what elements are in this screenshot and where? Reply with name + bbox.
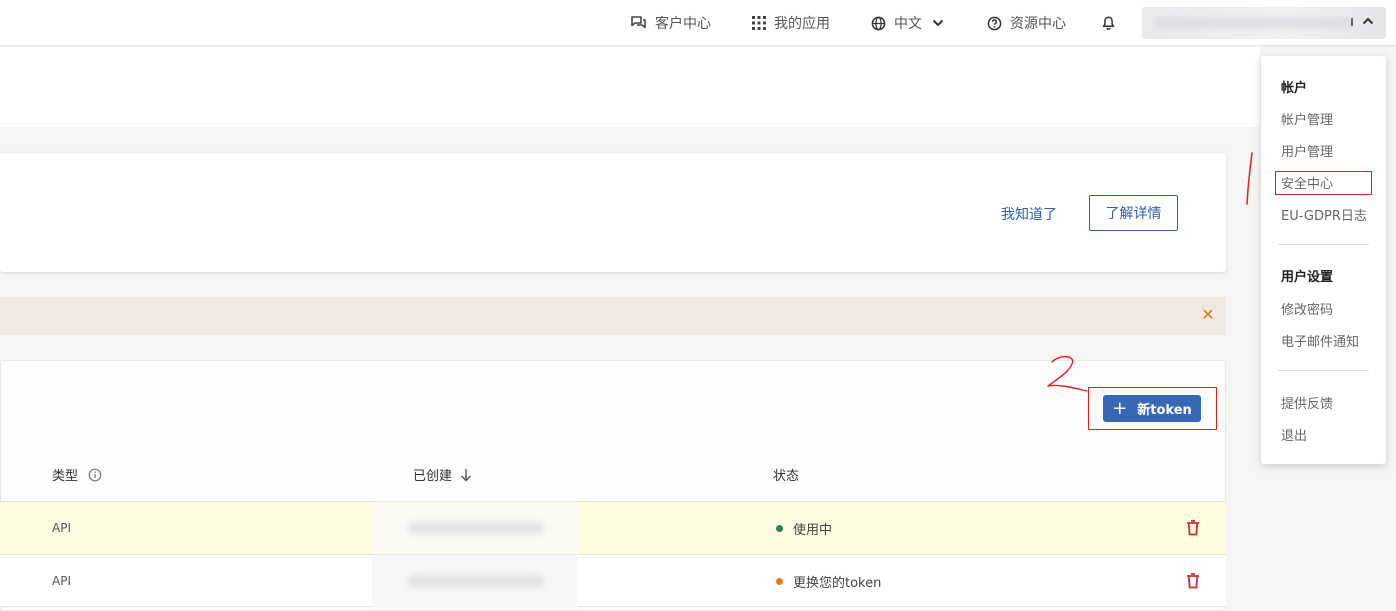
menu-item-user-management[interactable]: 用户管理: [1281, 141, 1333, 160]
menu-divider: [1278, 370, 1369, 371]
sort-descending-icon: [461, 468, 472, 481]
menu-item-email-notifications[interactable]: 电子邮件通知: [1281, 331, 1359, 350]
menu-item-change-password[interactable]: 修改密码: [1281, 299, 1333, 318]
nav-customer-center-label: 客户中心: [655, 16, 711, 32]
nav-resource-center[interactable]: 资源中心: [987, 13, 1066, 33]
status-dot-warning: [776, 578, 783, 585]
status-label: 更换您的token: [793, 576, 882, 591]
menu-item-account-management[interactable]: 帐户管理: [1281, 109, 1333, 128]
apps-grid-icon: [752, 16, 766, 30]
status-dot-active: [776, 525, 783, 532]
chevron-down-icon: [932, 19, 944, 27]
learn-more-button[interactable]: 了解详情: [1089, 195, 1178, 231]
column-header-status: 状态: [773, 465, 799, 484]
table-row[interactable]: API 使用中: [0, 501, 1226, 555]
status-badge: 使用中: [776, 519, 832, 538]
column-header-created[interactable]: 已创建: [413, 465, 472, 484]
redacted-created-date: [372, 502, 578, 555]
annotation-mark-1: [1246, 152, 1253, 205]
bell-icon: [1102, 16, 1115, 30]
status-badge: 更换您的token: [776, 572, 881, 591]
dropdown-section-user-settings: 用户设置: [1281, 270, 1334, 285]
trash-icon[interactable]: [1186, 573, 1200, 589]
token-type: API: [52, 521, 71, 535]
menu-item-gdpr-log[interactable]: EU-GDPR日志: [1281, 205, 1367, 224]
got-it-link[interactable]: 我知道了: [1001, 204, 1057, 224]
close-icon[interactable]: ✕: [1200, 307, 1216, 323]
page-header-band: [0, 47, 1260, 127]
warning-banner: [0, 297, 1226, 335]
menu-item-feedback[interactable]: 提供反馈: [1281, 393, 1333, 412]
globe-icon: [871, 16, 886, 30]
info-icon[interactable]: [88, 468, 102, 482]
help-circle-icon: [987, 16, 1002, 30]
separator-mark: [1351, 18, 1353, 26]
annotation-highlight-new-token: [1088, 387, 1217, 430]
nav-my-apps[interactable]: 我的应用: [752, 13, 830, 33]
annotation-mark-2: [1047, 355, 1088, 392]
nav-customer-center[interactable]: 客户中心: [631, 13, 711, 33]
column-type-label: 类型: [52, 469, 79, 484]
status-label: 使用中: [793, 523, 833, 538]
redacted-username: [1154, 17, 1354, 29]
user-account-menu-button[interactable]: [1142, 7, 1386, 39]
menu-divider: [1278, 244, 1369, 245]
notifications-button[interactable]: [1102, 13, 1123, 33]
column-created-label: 已创建: [413, 469, 453, 484]
column-status-label: 状态: [773, 469, 800, 484]
column-header-type: 类型: [52, 465, 102, 484]
redacted-created-date: [372, 555, 578, 608]
nav-my-apps-label: 我的应用: [774, 16, 830, 32]
trash-icon[interactable]: [1186, 520, 1200, 536]
nav-language-selector[interactable]: 中文: [871, 13, 952, 33]
dropdown-section-account: 帐户: [1281, 81, 1308, 96]
table-row[interactable]: API 更换您的token: [0, 554, 1226, 608]
token-type: API: [52, 574, 71, 588]
nav-resource-center-label: 资源中心: [1010, 16, 1066, 32]
annotation-highlight-security-center: [1275, 171, 1372, 195]
chat-icon: [631, 16, 646, 29]
nav-language-label: 中文: [894, 16, 922, 32]
menu-item-logout[interactable]: 退出: [1281, 425, 1307, 444]
chevron-up-icon[interactable]: [1362, 17, 1374, 25]
